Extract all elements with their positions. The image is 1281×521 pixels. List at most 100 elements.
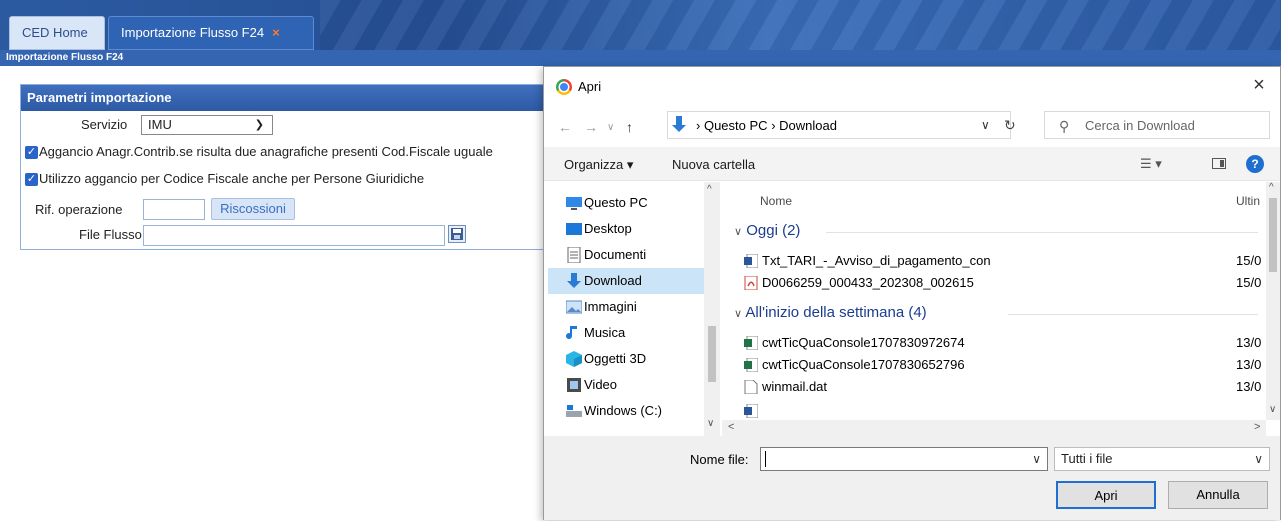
drive-icon: [566, 405, 582, 417]
nav-item-questo-pc[interactable]: Questo PC: [548, 190, 706, 216]
scrollbar-thumb[interactable]: [708, 326, 716, 382]
file-flusso-label: File Flusso: [79, 227, 142, 242]
open-button[interactable]: Apri: [1056, 481, 1156, 509]
nav-item-oggetti-3d[interactable]: Oggetti 3D: [548, 346, 706, 372]
search-box[interactable]: ⚲ Cerca in Download: [1044, 111, 1270, 139]
utilizzo-checkbox[interactable]: ✓: [25, 173, 38, 186]
file-row-partial[interactable]: [744, 400, 1256, 422]
scroll-up-icon[interactable]: ^: [1269, 182, 1274, 193]
chevron-down-icon[interactable]: ∨: [1032, 452, 1041, 466]
group-divider: [826, 232, 1258, 233]
forward-arrow-icon[interactable]: →: [584, 119, 598, 135]
desktop-icon: [566, 223, 582, 235]
refresh-icon[interactable]: ↻: [1004, 117, 1016, 134]
up-arrow-icon[interactable]: ↑: [626, 119, 633, 135]
filename-label: Nome file:: [690, 452, 749, 467]
generic-file-icon: [744, 380, 758, 394]
organize-button[interactable]: Organizza ▾: [564, 157, 633, 173]
tab-importazione-f24[interactable]: Importazione Flusso F24 ×: [108, 16, 314, 50]
nav-item-label: Video: [584, 377, 618, 392]
servizio-label: Servizio: [81, 117, 128, 132]
servizio-value: IMU: [148, 117, 172, 132]
address-path: › Questo PC › Download: [696, 118, 837, 133]
scroll-right-icon[interactable]: >: [1254, 421, 1260, 433]
group-header-inizio-settimana[interactable]: ∨ All'inizio della settimana (4): [734, 304, 927, 321]
utilizzo-label: Utilizzo aggancio per Codice Fiscale anc…: [39, 171, 425, 186]
file-row[interactable]: cwtTicQuaConsole1707830652796 13/0.: [744, 354, 1262, 376]
path-questo-pc[interactable]: Questo PC: [704, 118, 768, 133]
aggancio-label: Aggancio Anagr.Contrib.se risulta due an…: [39, 144, 493, 159]
file-row[interactable]: cwtTicQuaConsole1707830972674 13/0.: [744, 332, 1262, 354]
nav-pane-scrollbar[interactable]: ^ ∨: [704, 182, 720, 436]
tab-label: CED Home: [22, 25, 88, 40]
download-icon: [567, 273, 581, 288]
objects-3d-icon: [566, 351, 582, 367]
path-separator: ›: [771, 118, 776, 133]
close-icon[interactable]: ×: [1246, 73, 1272, 99]
file-row[interactable]: Txt_TARI_-_Avviso_di_pagamento_con 15/0.: [744, 250, 1262, 272]
view-options-icon[interactable]: ☰ ▾: [1140, 156, 1162, 172]
cancel-button[interactable]: Annulla: [1168, 481, 1268, 509]
scrollbar-thumb[interactable]: [1269, 198, 1277, 272]
rif-operazione-label: Rif. operazione: [35, 202, 123, 217]
scroll-left-icon[interactable]: <: [728, 421, 734, 433]
servizio-select[interactable]: IMU ❯: [141, 115, 273, 135]
file-list-vertical-scrollbar[interactable]: ^ ∨: [1266, 182, 1280, 420]
file-row[interactable]: winmail.dat 13/0.: [744, 376, 1262, 398]
file-date: 15/0.: [1236, 275, 1262, 290]
scroll-up-icon[interactable]: ^: [707, 184, 712, 195]
parameters-panel: Parametri importazione Servizio IMU ❯ ✓ …: [20, 84, 560, 250]
video-icon: [567, 378, 581, 392]
recent-chevron-icon[interactable]: ∨: [607, 122, 614, 133]
scroll-down-icon[interactable]: ∨: [707, 418, 714, 429]
column-header-name[interactable]: Nome: [760, 194, 792, 208]
dialog-footer: Nome file: ∨ Tutti i file ∨ Apri Annulla: [544, 436, 1280, 520]
file-type-select[interactable]: Tutti i file ∨: [1054, 447, 1270, 471]
save-icon[interactable]: [448, 225, 466, 243]
file-row[interactable]: D0066259_000433_202308_002615 15/0.: [744, 272, 1262, 294]
file-list: Nome Ultin ∨ Oggi (2) Txt_TARI_-_Avviso_…: [722, 182, 1262, 436]
chrome-icon: [556, 79, 572, 95]
nav-item-video[interactable]: Video: [548, 372, 706, 398]
nav-item-desktop[interactable]: Desktop: [548, 216, 706, 242]
aggancio-checkbox[interactable]: ✓: [25, 146, 38, 159]
pictures-icon: [566, 300, 582, 314]
column-header-date[interactable]: Ultin: [1236, 194, 1260, 208]
tab-ced-home[interactable]: CED Home: [9, 16, 105, 50]
address-bar[interactable]: › Questo PC › Download ∨: [667, 111, 1011, 139]
group-chevron-icon: ∨: [734, 226, 743, 238]
riscossioni-button[interactable]: Riscossioni: [211, 198, 295, 220]
search-placeholder: Cerca in Download: [1085, 118, 1195, 133]
pdf-file-icon: [744, 276, 758, 290]
nav-item-windows-c[interactable]: Windows (C:): [548, 398, 706, 424]
filename-input[interactable]: ∨: [760, 447, 1048, 471]
help-icon[interactable]: ?: [1246, 155, 1264, 173]
nav-item-musica[interactable]: Musica: [548, 320, 706, 346]
group-label: All'inizio della settimana (4): [745, 304, 927, 321]
scroll-down-icon[interactable]: ∨: [1269, 404, 1276, 415]
nav-item-label: Immagini: [584, 299, 637, 314]
new-folder-button[interactable]: Nuova cartella: [672, 157, 755, 172]
open-file-dialog: Apri × ← → ∨ ↑ › Questo PC › Download ∨ …: [543, 66, 1281, 520]
file-name: cwtTicQuaConsole1707830652796: [762, 357, 965, 372]
command-bar: Organizza ▾ Nuova cartella ☰ ▾ ?: [544, 147, 1280, 181]
nav-item-immagini[interactable]: Immagini: [548, 294, 706, 320]
file-date: 13/0.: [1236, 335, 1262, 350]
tab-label: Importazione Flusso F24: [121, 25, 265, 40]
path-separator: ›: [696, 118, 701, 133]
search-icon: ⚲: [1059, 118, 1070, 134]
nav-item-label: Questo PC: [584, 195, 648, 210]
nav-item-download[interactable]: Download: [548, 268, 706, 294]
back-arrow-icon[interactable]: ←: [558, 119, 572, 135]
path-download[interactable]: Download: [779, 118, 837, 133]
preview-pane-icon[interactable]: [1212, 158, 1226, 169]
file-flusso-input[interactable]: [143, 225, 445, 246]
rif-operazione-input[interactable]: [143, 199, 205, 220]
nav-item-documenti[interactable]: Documenti: [548, 242, 706, 268]
group-header-oggi[interactable]: ∨ Oggi (2): [734, 222, 800, 239]
music-icon: [566, 326, 577, 340]
file-type-value: Tutti i file: [1061, 451, 1113, 466]
chevron-down-icon[interactable]: ∨: [981, 118, 990, 132]
file-list-horizontal-scrollbar[interactable]: < >: [722, 420, 1266, 436]
tab-close-icon[interactable]: ×: [272, 25, 280, 40]
